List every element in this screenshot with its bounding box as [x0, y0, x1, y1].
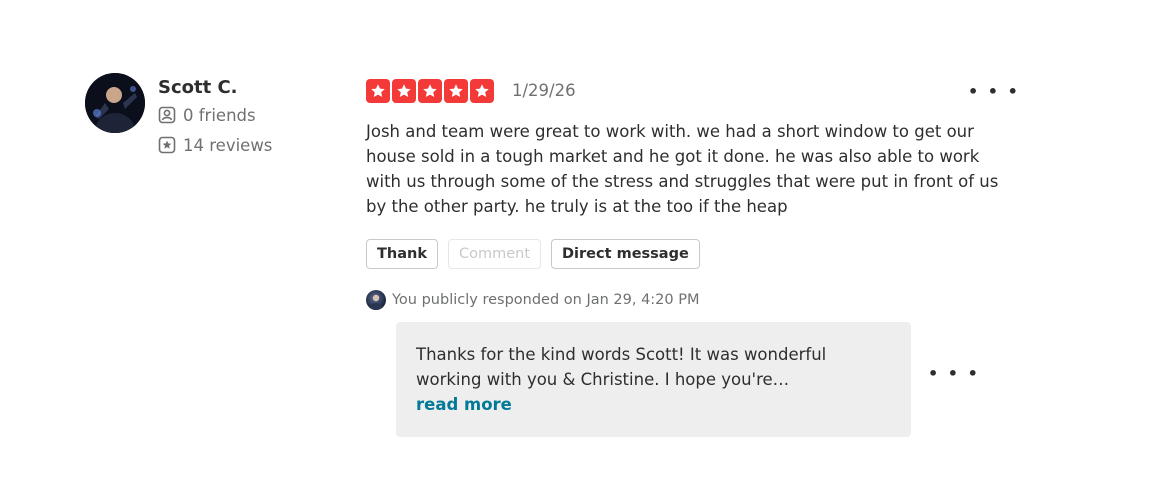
response-more-options-button[interactable]: • • • [928, 364, 980, 383]
avatar-photo [85, 73, 145, 133]
owner-response-text: Thanks for the kind words Scott! It was … [416, 345, 827, 389]
owner-photo-icon [369, 294, 383, 310]
review-actions: Thank Comment Direct message [366, 239, 700, 269]
review-date: 1/29/26 [512, 81, 576, 100]
thank-button[interactable]: Thank [366, 239, 438, 269]
review-text: Josh and team were great to work with. w… [366, 122, 999, 216]
star-icon [366, 79, 390, 103]
star-icon [444, 79, 468, 103]
reviewer-info: Scott C. 0 friends 14 reviews [158, 76, 272, 160]
reviews-count: 14 reviews [158, 130, 272, 160]
reviewer-name[interactable]: Scott C. [158, 76, 272, 100]
comment-button: Comment [447, 239, 542, 269]
read-more-link[interactable]: read more [416, 392, 891, 417]
star-icon [418, 79, 442, 103]
owner-response: Thanks for the kind words Scott! It was … [396, 322, 911, 437]
reviews-label: 14 reviews [183, 135, 273, 155]
friends-label: 0 friends [183, 105, 256, 125]
review-more-options-button[interactable]: • • • [968, 82, 1020, 101]
owner-response-meta-text: You publicly responded on Jan 29, 4:20 P… [392, 292, 700, 308]
reviewer-avatar[interactable] [85, 73, 145, 133]
direct-message-button[interactable]: Direct message [551, 239, 700, 269]
star-icon [392, 79, 416, 103]
star-outline-icon [158, 136, 176, 154]
star-rating [366, 79, 494, 103]
star-icon [470, 79, 494, 103]
owner-response-meta: You publicly responded on Jan 29, 4:20 P… [366, 290, 700, 310]
friends-count: 0 friends [158, 100, 272, 130]
owner-avatar [366, 290, 386, 310]
friends-icon [158, 106, 176, 124]
